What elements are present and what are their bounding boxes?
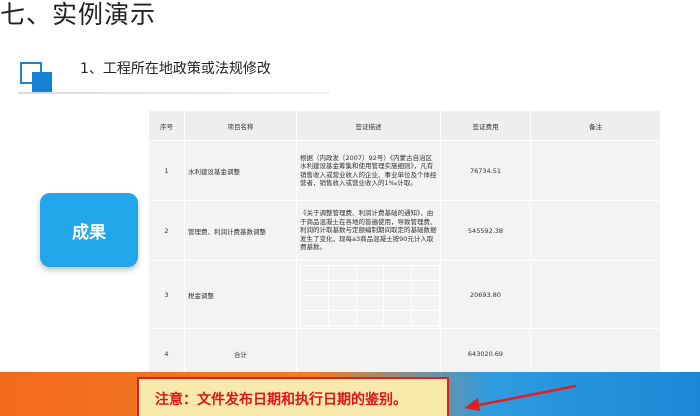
header-item-name: 项目名称 — [184, 110, 297, 141]
row-no: 4 — [148, 328, 185, 379]
subtitle-divider — [18, 92, 330, 94]
header-note: 备注 — [530, 110, 661, 141]
row-item-name: 水利建设基金调整 — [184, 140, 297, 201]
row-note — [530, 260, 661, 329]
table-row: 2 管理费、利润计费基数调整 《关于调整管理费、利润计费基础的通知》，由于商品混… — [148, 200, 661, 261]
table-row: 1 水利建设基金调整 根据（内政发〔2007〕92号）《内蒙古自治区水利建设基金… — [148, 140, 661, 201]
row-description: 根据（内政发〔2007〕92号）《内蒙古自治区水利建设基金筹集和使用管理实施细则… — [296, 140, 441, 201]
row-description-image — [296, 260, 441, 329]
header-description: 签证描述 — [296, 110, 441, 141]
row-fee: 76734.51 — [440, 140, 531, 201]
table-header-row: 序号 项目名称 签证描述 签证费用 备注 — [148, 110, 661, 141]
header-no: 序号 — [148, 110, 185, 141]
row-note — [530, 140, 661, 201]
result-button[interactable]: 成果 — [40, 193, 138, 267]
row-note — [530, 200, 661, 261]
row-no: 3 — [148, 260, 185, 329]
row-no: 1 — [148, 140, 185, 201]
row-item-name: 合计 — [184, 328, 297, 379]
row-fee: 545592.38 — [440, 200, 531, 261]
square-bullet-icon — [20, 62, 52, 92]
header-fee: 签证费用 — [440, 110, 531, 141]
slide-title: 七、实例演示 — [0, 0, 157, 29]
embedded-calc-image — [300, 265, 440, 326]
table-row: 4 合计 643020.69 — [148, 328, 661, 379]
row-description: 《关于调整管理费、利润计费基础的通知》，由于商品混凝土在各地的普遍使用，导致管理… — [296, 200, 441, 261]
row-fee: 20693.80 — [440, 260, 531, 329]
row-no: 2 — [148, 200, 185, 261]
notice-box: 注意：文件发布日期和执行日期的鉴别。 — [137, 377, 449, 416]
pointer-arrow-icon — [464, 384, 577, 411]
row-note — [530, 328, 661, 379]
notice-text: 注意：文件发布日期和执行日期的鉴别。 — [155, 392, 407, 408]
row-description — [296, 328, 441, 379]
table-row: 3 税金调整 20693.80 — [148, 260, 661, 329]
section-subtitle: 1、工程所在地政策或法规修改 — [80, 61, 271, 77]
row-item-name: 管理费、利润计费基数调整 — [184, 200, 297, 261]
visa-table: 序号 项目名称 签证描述 签证费用 备注 1 水利建设基金调整 根据（内政发〔2… — [148, 110, 661, 379]
row-fee: 643020.69 — [440, 328, 531, 379]
row-item-name: 税金调整 — [184, 260, 297, 329]
